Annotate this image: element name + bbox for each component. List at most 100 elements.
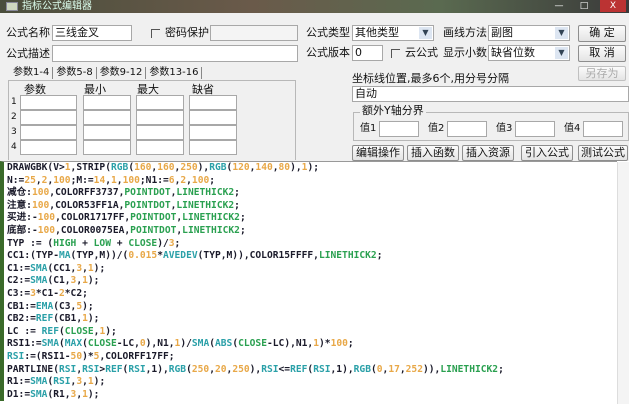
extra-y-label: 额外Y轴分界 bbox=[360, 104, 426, 118]
code-token: 100 bbox=[330, 338, 348, 350]
code-token: ), bbox=[197, 162, 210, 173]
param-cell-input[interactable] bbox=[20, 110, 77, 125]
desc-input[interactable] bbox=[52, 45, 298, 62]
save-as-button[interactable]: 另存为 bbox=[578, 66, 626, 81]
param-cell-input[interactable] bbox=[136, 95, 184, 110]
y-value-input[interactable] bbox=[583, 121, 623, 137]
close-button[interactable]: X bbox=[600, 0, 626, 12]
cancel-button[interactable]: 取 消 bbox=[578, 45, 626, 62]
param-cell-input[interactable] bbox=[136, 140, 184, 155]
code-token: -LC, bbox=[116, 338, 140, 350]
test-formula-button[interactable]: 测试公式 bbox=[578, 145, 628, 161]
code-editor[interactable]: DRAWGBK(V>1,STRIP(RGB(160,160,250),RGB(1… bbox=[0, 161, 617, 402]
insert-resource-button[interactable]: 插入资源 bbox=[462, 145, 514, 161]
code-token: *C1- bbox=[35, 287, 59, 299]
code-token: 160 bbox=[134, 162, 152, 173]
y-value-input[interactable] bbox=[515, 121, 555, 137]
y-value-input[interactable] bbox=[379, 121, 419, 137]
name-input[interactable]: 三线金叉 bbox=[52, 25, 132, 41]
edit-operation-button[interactable]: 编辑操作 bbox=[352, 145, 404, 161]
version-input[interactable]: 0 bbox=[352, 45, 383, 61]
code-token: D1:= bbox=[7, 388, 31, 400]
ok-button[interactable]: 确 定 bbox=[578, 25, 626, 42]
code-token: :=(RSI1- bbox=[24, 350, 71, 362]
draw-select[interactable]: 副图 ▼ bbox=[488, 25, 570, 41]
code-line: 减仓:100,COLORFF3737,POINTDOT,LINETHICK2; bbox=[7, 187, 617, 200]
code-token: 注意: bbox=[7, 199, 32, 211]
code-token: ); bbox=[93, 262, 106, 274]
param-cell-input[interactable] bbox=[20, 140, 77, 155]
tab-params-1-4[interactable]: 参数1-4 bbox=[10, 67, 54, 79]
code-token: LOW bbox=[93, 237, 111, 249]
param-cell-input[interactable] bbox=[83, 125, 131, 140]
code-line: D1:=SMA(R1,3,1); bbox=[7, 389, 617, 402]
code-token: 100 bbox=[191, 174, 210, 186]
code-token: 100 bbox=[31, 199, 50, 211]
code-token: SMA bbox=[30, 388, 48, 400]
code-token: *C2; bbox=[64, 287, 88, 299]
insert-function-button[interactable]: 插入函数 bbox=[407, 145, 459, 161]
param-cell-input[interactable] bbox=[20, 95, 77, 110]
param-cell-input[interactable] bbox=[189, 95, 237, 110]
code-line: RSI:=(RSI1-50)*5,COLORFF17FF; bbox=[7, 351, 617, 364]
code-token: ,COLORFF17FF; bbox=[99, 350, 175, 362]
axis-input[interactable]: 自动 bbox=[352, 86, 629, 102]
code-token: 250 bbox=[191, 363, 210, 375]
code-token: ; bbox=[376, 250, 383, 262]
tab-params-9-12[interactable]: 参数9-12 bbox=[97, 67, 147, 79]
code-token: C2:= bbox=[7, 275, 31, 287]
code-token: 17 bbox=[388, 363, 400, 375]
param-cell-input[interactable] bbox=[83, 140, 131, 155]
code-token: ,COLOR53FF1A, bbox=[49, 199, 125, 211]
code-token: REF bbox=[290, 363, 308, 375]
code-line: DRAWGBK(V>1,STRIP(RGB(160,160,250),RGB(1… bbox=[7, 162, 617, 175]
code-token: (TYP,M)),COLOR15FFFF, bbox=[197, 250, 319, 262]
minimize-button[interactable]: — bbox=[550, 0, 568, 12]
tab-params-5-8[interactable]: 参数5-8 bbox=[53, 67, 97, 79]
code-token: ;M:= bbox=[70, 174, 94, 186]
code-token: LINETHICK2 bbox=[182, 224, 240, 236]
version-label: 公式版本 bbox=[306, 46, 350, 59]
code-token: 100 bbox=[122, 174, 140, 186]
param-cell-input[interactable] bbox=[136, 125, 184, 140]
chevron-down-icon: ▼ bbox=[555, 27, 568, 39]
code-token: ,1), bbox=[330, 363, 354, 375]
code-token: POINTDOT bbox=[124, 199, 171, 211]
code-token: RSI1:= bbox=[7, 338, 42, 350]
type-value: 其他类型 bbox=[355, 26, 399, 39]
code-token: ); bbox=[87, 388, 100, 400]
code-token: 80 bbox=[278, 162, 291, 173]
password-checkbox[interactable] bbox=[151, 29, 160, 38]
tab-params-13-16[interactable]: 参数13-16 bbox=[146, 67, 203, 79]
code-token: SMA bbox=[191, 338, 210, 350]
param-cell-input[interactable] bbox=[20, 125, 77, 140]
code-line: PARTLINE(RSI,RSI>REF(RSI,1),RGB(250,20,2… bbox=[7, 364, 617, 377]
code-line: CB1:=EMA(C3,5); bbox=[7, 301, 617, 314]
code-token: RGB bbox=[110, 162, 129, 173]
code-token: 14 bbox=[93, 174, 106, 186]
code-token: LINETHICK2 bbox=[440, 363, 499, 375]
param-cell-input[interactable] bbox=[83, 95, 131, 110]
code-token: 250 bbox=[180, 162, 198, 173]
import-formula-button[interactable]: 引入公式 bbox=[521, 145, 573, 161]
param-cell-input[interactable] bbox=[189, 125, 237, 140]
code-token: PARTLINE( bbox=[7, 363, 59, 375]
code-token: ), bbox=[249, 363, 262, 375]
param-cell-input[interactable] bbox=[189, 140, 237, 155]
code-token: 252 bbox=[405, 363, 423, 375]
scrollbar[interactable] bbox=[617, 162, 629, 404]
code-token: ,COLOR0075EA, bbox=[55, 224, 131, 236]
code-token: ,STRIP( bbox=[70, 162, 111, 173]
code-line: 注意:100,COLOR53FF1A,POINTDOT,LINETHICK2; bbox=[7, 200, 617, 213]
cloud-checkbox[interactable] bbox=[391, 49, 400, 58]
decimal-select[interactable]: 缺省位数 ▼ bbox=[488, 45, 570, 61]
code-token: CB1:= bbox=[7, 300, 36, 312]
y-value-input[interactable] bbox=[447, 121, 487, 137]
param-cell-input[interactable] bbox=[136, 110, 184, 125]
maximize-button[interactable]: □ bbox=[575, 0, 593, 12]
code-line: TYP := (HIGH + LOW + CLOSE)/3; bbox=[7, 238, 617, 251]
param-cell-input[interactable] bbox=[189, 110, 237, 125]
param-cell-input[interactable] bbox=[83, 110, 131, 125]
password-input[interactable] bbox=[210, 25, 298, 41]
type-select[interactable]: 其他类型 ▼ bbox=[352, 25, 434, 41]
